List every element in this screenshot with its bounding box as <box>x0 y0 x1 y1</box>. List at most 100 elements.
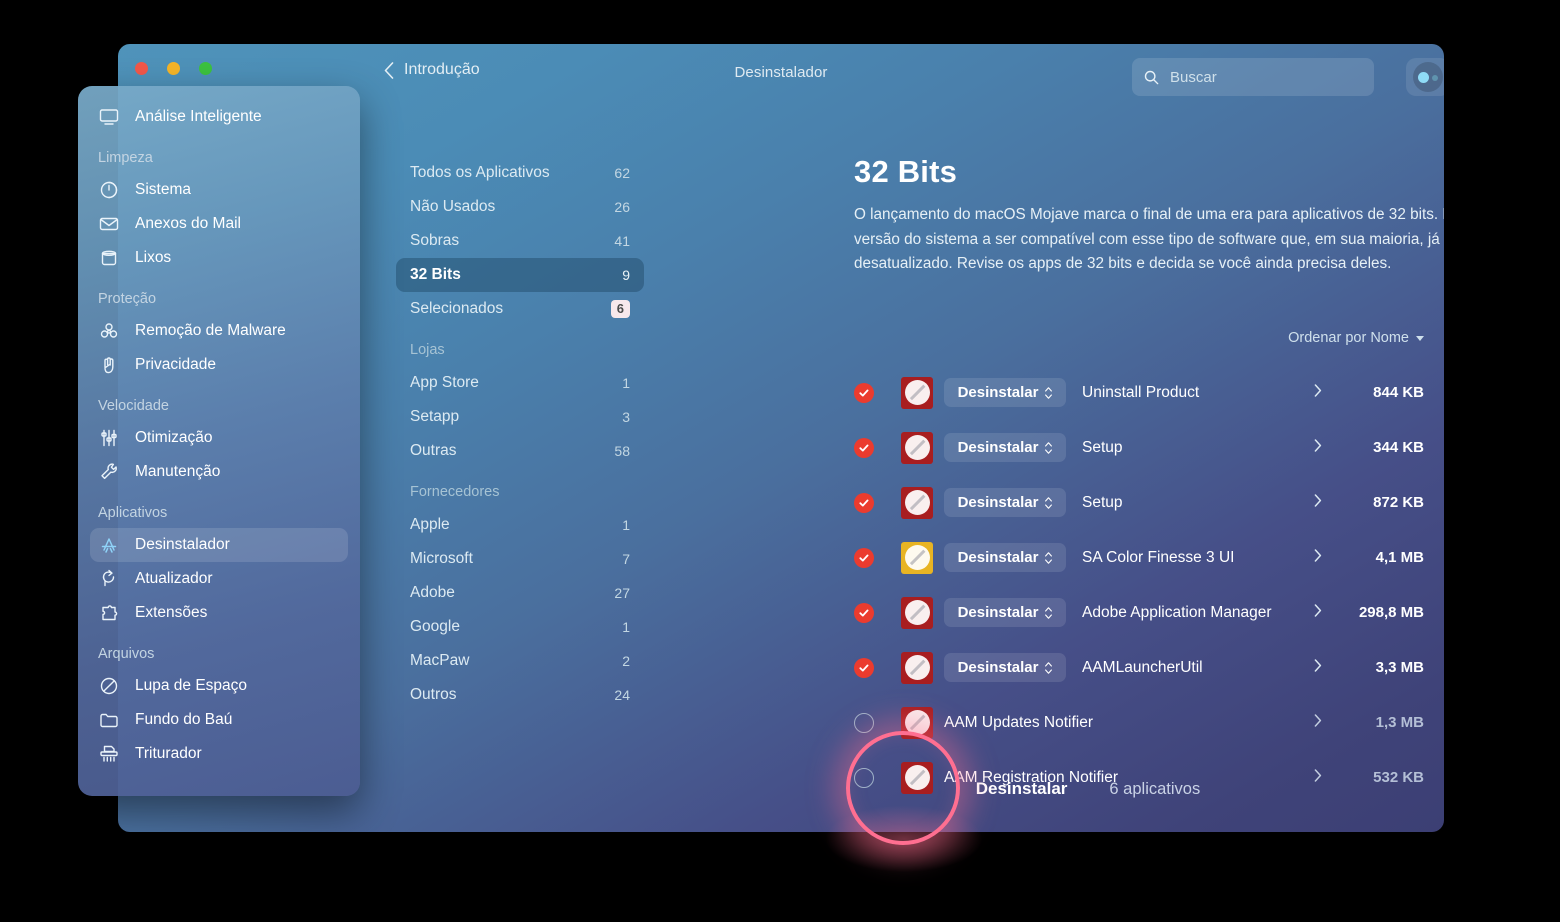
page-title: 32 Bits <box>854 154 958 189</box>
chevron-right-icon[interactable] <box>1308 658 1328 677</box>
app-prohibited-icon <box>901 376 933 409</box>
app-name: Adobe Application Manager <box>1082 603 1272 621</box>
sidebar-item-label: Desinstalador <box>135 536 230 553</box>
filter-item-n-o-usados[interactable]: Não Usados 26 <box>396 190 644 224</box>
filter-item-count: 27 <box>614 585 630 601</box>
app-row[interactable]: Desinstalar Uninstall Product 844 KB <box>854 365 1424 420</box>
filter-item-label: Outros <box>410 686 457 703</box>
system-icon <box>98 179 120 201</box>
search-input[interactable] <box>1170 68 1362 86</box>
sidebar-item-otimiza-o[interactable]: Otimização <box>90 421 348 455</box>
filter-item-selecionados[interactable]: Selecionados 6 <box>396 292 644 326</box>
row-action-dropdown[interactable]: Desinstalar <box>944 598 1066 627</box>
filter-item-count: 41 <box>614 233 630 249</box>
row-action-label: Desinstalar <box>957 549 1039 566</box>
filter-item-setapp[interactable]: Setapp 3 <box>396 400 644 434</box>
update-arrow-icon <box>98 568 120 590</box>
sidebar-group-heading: Limpeza <box>98 150 153 166</box>
sidebar-item-privacidade[interactable]: Privacidade <box>90 348 348 382</box>
filter-item-adobe[interactable]: Adobe 27 <box>396 576 644 610</box>
chevron-right-icon[interactable] <box>1308 603 1328 622</box>
sidebar-item-sistema[interactable]: Sistema <box>90 173 348 207</box>
filter-item-apple[interactable]: Apple 1 <box>396 508 644 542</box>
page-description: O lançamento do macOS Mojave marca o fin… <box>854 206 1444 272</box>
account-avatar[interactable] <box>1406 58 1444 96</box>
checkbox-checked-icon[interactable] <box>854 382 874 403</box>
sidebar-item-manuten-o[interactable]: Manutenção <box>90 455 348 489</box>
chevron-right-icon[interactable] <box>1308 548 1328 567</box>
sidebar-item-an-lise-inteligente[interactable]: Análise Inteligente <box>90 100 348 134</box>
app-row[interactable]: Desinstalar Setup 344 KB <box>854 420 1424 475</box>
sort-control[interactable]: Ordenar por Nome <box>1288 330 1424 346</box>
trash-bin-icon <box>98 247 120 269</box>
mail-icon <box>98 213 120 235</box>
sidebar-item-remo-o-de-malware[interactable]: Remoção de Malware <box>90 314 348 348</box>
filter-item-google[interactable]: Google 1 <box>396 610 644 644</box>
checkbox-unchecked-icon[interactable] <box>854 712 874 733</box>
sidebar-item-label: Sistema <box>135 181 191 198</box>
app-size: 844 KB <box>1373 384 1424 401</box>
chevron-updown-icon <box>1045 551 1053 564</box>
filter-item-label: Selecionados <box>410 300 504 317</box>
sidebar-item-lupa-de-espa-o[interactable]: Lupa de Espaço <box>90 669 348 703</box>
row-action-dropdown[interactable]: Desinstalar <box>944 488 1066 517</box>
sidebar-item-triturador[interactable]: Triturador <box>90 737 348 771</box>
app-row[interactable]: Desinstalar AAMLauncherUtil 3,3 MB <box>854 640 1424 695</box>
row-action-dropdown[interactable]: Desinstalar <box>944 378 1066 407</box>
sidebar-group-heading: Aplicativos <box>98 505 168 521</box>
search-box[interactable] <box>1132 58 1374 96</box>
selected-count-label: 6 aplicativos <box>1109 779 1201 798</box>
filter-item-count: 58 <box>614 443 630 459</box>
checkbox-checked-icon[interactable] <box>854 657 874 678</box>
chevron-updown-icon <box>1045 606 1053 619</box>
filter-item-outras[interactable]: Outras 58 <box>396 434 644 468</box>
filter-item-macpaw[interactable]: MacPaw 2 <box>396 644 644 678</box>
checkbox-checked-icon[interactable] <box>854 547 874 568</box>
row-action-label: Desinstalar <box>957 439 1039 456</box>
chevron-right-icon[interactable] <box>1308 383 1328 402</box>
filter-primary-list: Todos os Aplicativos 62 Não Usados 26 Sobras… <box>382 156 658 326</box>
checkbox-checked-icon[interactable] <box>854 437 874 458</box>
uninstall-button[interactable]: Desinstalar <box>958 770 1086 808</box>
filter-item-microsoft[interactable]: Microsoft 7 <box>396 542 644 576</box>
sidebar-item-label: Privacidade <box>135 356 216 373</box>
app-row[interactable]: Desinstalar SA Color Finesse 3 UI 4,1 MB <box>854 530 1424 585</box>
chevron-right-icon[interactable] <box>1308 438 1328 457</box>
filter-item-todos-os-aplicativos[interactable]: Todos os Aplicativos 62 <box>396 156 644 190</box>
sidebar-item-anexos-do-mail[interactable]: Anexos do Mail <box>90 207 348 241</box>
sidebar-item-desinstalador[interactable]: Desinstalador <box>90 528 348 562</box>
filter-item-count: 2 <box>622 653 630 669</box>
row-action-dropdown[interactable]: Desinstalar <box>944 543 1066 572</box>
row-action-dropdown[interactable]: Desinstalar <box>944 433 1066 462</box>
filter-item-count: 24 <box>614 687 630 703</box>
filter-item-sobras[interactable]: Sobras 41 <box>396 224 644 258</box>
chevron-right-icon[interactable] <box>1308 713 1328 732</box>
checkbox-checked-icon[interactable] <box>854 602 874 623</box>
filter-item-32-bits[interactable]: 32 Bits 9 <box>396 258 644 292</box>
app-prohibited-icon <box>901 651 933 684</box>
puzzle-icon <box>98 602 120 624</box>
filter-item-count: 26 <box>614 199 630 215</box>
filter-item-app-store[interactable]: App Store 1 <box>396 366 644 400</box>
row-action-label: Desinstalar <box>957 494 1039 511</box>
space-lens-icon <box>98 675 120 697</box>
filter-item-outros[interactable]: Outros 24 <box>396 678 644 712</box>
app-row[interactable]: Desinstalar Setup 872 KB <box>854 475 1424 530</box>
app-row[interactable]: AAM Updates Notifier 1,3 MB <box>854 695 1424 750</box>
app-name: SA Color Finesse 3 UI <box>1082 548 1235 566</box>
sidebar-item-extens-es[interactable]: Extensões <box>90 596 348 630</box>
sidebar-item-fundo-do-ba[interactable]: Fundo do Baú <box>90 703 348 737</box>
sidebar-item-lixos[interactable]: Lixos <box>90 241 348 275</box>
filter-item-label: Setapp <box>410 408 460 425</box>
chevron-right-icon[interactable] <box>1308 493 1328 512</box>
sidebar-item-label: Lixos <box>135 249 172 266</box>
app-size: 872 KB <box>1373 494 1424 511</box>
chevron-down-icon <box>1416 335 1424 341</box>
app-size: 4,1 MB <box>1375 549 1424 566</box>
sidebar-item-atualizador[interactable]: Atualizador <box>90 562 348 596</box>
sidebar-item-label: Anexos do Mail <box>135 215 241 232</box>
row-action-dropdown[interactable]: Desinstalar <box>944 653 1066 682</box>
app-row[interactable]: Desinstalar Adobe Application Manager 298,… <box>854 585 1424 640</box>
checkbox-checked-icon[interactable] <box>854 492 874 513</box>
sidebar-item-label: Otimização <box>135 429 213 446</box>
